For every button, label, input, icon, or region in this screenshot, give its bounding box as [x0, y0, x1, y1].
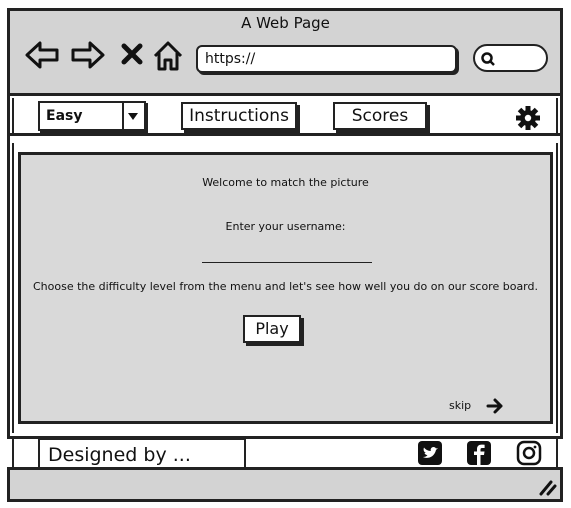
search-field[interactable]	[473, 44, 548, 72]
chevron-down-icon[interactable]	[122, 103, 144, 129]
resize-handle-icon[interactable]	[537, 478, 557, 496]
gear-icon[interactable]	[514, 104, 542, 132]
username-label: Enter your username:	[225, 220, 346, 233]
forward-arrow-icon[interactable]	[70, 40, 106, 70]
scores-button[interactable]: Scores	[333, 102, 427, 130]
difficulty-dropdown[interactable]: Easy	[38, 101, 146, 131]
difficulty-selected: Easy	[46, 108, 83, 124]
status-bar	[7, 470, 563, 502]
designed-by-text: Designed by ...	[38, 438, 246, 467]
window-title: A Web Page	[241, 14, 330, 32]
back-arrow-icon[interactable]	[24, 40, 60, 70]
play-button[interactable]: Play	[243, 315, 301, 343]
skip-link[interactable]: skip	[449, 399, 471, 412]
facebook-icon[interactable]	[466, 440, 492, 466]
arrow-right-icon[interactable]	[486, 397, 504, 415]
home-icon[interactable]	[152, 40, 184, 72]
instructions-button[interactable]: Instructions	[181, 102, 297, 130]
welcome-text: Welcome to match the picture	[202, 176, 369, 189]
close-x-icon[interactable]	[120, 42, 144, 66]
username-input[interactable]	[202, 262, 372, 263]
twitter-icon[interactable]	[417, 440, 443, 466]
difficulty-instructions-text: Choose the difficulty level from the men…	[32, 280, 538, 293]
instagram-icon[interactable]	[516, 440, 542, 466]
search-icon	[481, 52, 495, 66]
url-bar[interactable]: https://	[196, 45, 457, 73]
